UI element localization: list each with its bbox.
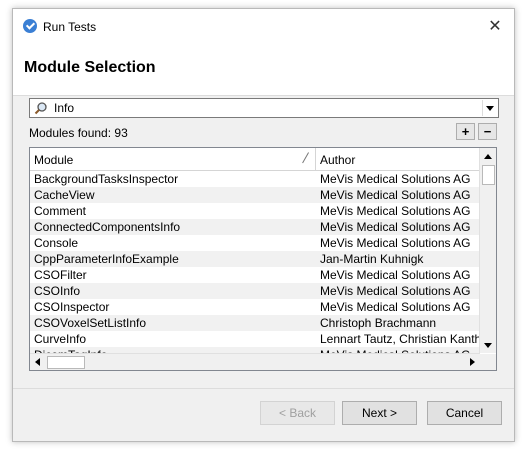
run-tests-dialog: Run Tests ✕ Module Selection Info Module… xyxy=(12,8,515,442)
modules-found-count: Modules found: 93 xyxy=(29,126,128,140)
scroll-left-icon[interactable] xyxy=(30,354,46,370)
table-row[interactable]: CSOFilter MeVis Medical Solutions AG xyxy=(30,267,480,283)
back-button[interactable]: < Back xyxy=(260,401,335,425)
cancel-button[interactable]: Cancel xyxy=(427,401,502,425)
table-row[interactable]: BackgroundTasksInspector MeVis Medical So… xyxy=(30,171,480,187)
table-row[interactable]: Console MeVis Medical Solutions AG xyxy=(30,235,480,251)
table-row[interactable]: CppParameterInfoExample Jan-Martin Kuhnig… xyxy=(30,251,480,267)
module-table: Module Author BackgroundTasksInspector Me… xyxy=(29,147,497,371)
magnifier-icon xyxy=(34,102,47,115)
table-row[interactable]: Comment MeVis Medical Solutions AG xyxy=(30,203,480,219)
window-title: Run Tests xyxy=(43,20,97,34)
remove-button[interactable]: − xyxy=(478,123,497,140)
table-body: BackgroundTasksInspector MeVis Medical So… xyxy=(30,171,480,363)
add-button[interactable]: + xyxy=(456,123,475,140)
scroll-down-icon[interactable] xyxy=(480,337,496,353)
filter-value: Info xyxy=(54,101,75,115)
scrollbar-corner xyxy=(480,354,496,370)
table-row[interactable]: CSOInfo MeVis Medical Solutions AG xyxy=(30,283,480,299)
close-icon[interactable]: ✕ xyxy=(482,15,508,39)
column-header-module[interactable]: Module xyxy=(30,148,316,170)
vertical-scroll-thumb[interactable] xyxy=(482,165,495,185)
run-tests-icon xyxy=(23,19,37,33)
title-bar: Run Tests ✕ xyxy=(13,9,514,45)
scroll-right-icon[interactable] xyxy=(464,354,480,370)
next-button[interactable]: Next > xyxy=(342,401,417,425)
table-row[interactable]: ConnectedComponentsInfo MeVis Medical Sol… xyxy=(30,219,480,235)
column-header-author[interactable]: Author xyxy=(316,148,480,170)
module-filter-combo[interactable]: Info xyxy=(29,98,499,118)
page-header: Module Selection xyxy=(13,45,514,96)
table-row[interactable]: CacheView MeVis Medical Solutions AG xyxy=(30,187,480,203)
sort-indicator-icon xyxy=(302,152,310,164)
table-row[interactable]: CSOInspector MeVis Medical Solutions AG xyxy=(30,299,480,315)
footer-divider xyxy=(13,388,514,389)
horizontal-scroll-thumb[interactable] xyxy=(47,356,85,369)
table-header: Module Author xyxy=(30,148,480,171)
chevron-down-icon[interactable] xyxy=(482,100,497,116)
table-row[interactable]: CSOVoxelSetListInfo Christoph Brachmann xyxy=(30,315,480,331)
table-row[interactable]: CurveInfo Lennart Tautz, Christian Kantha… xyxy=(30,331,480,347)
vertical-scrollbar[interactable] xyxy=(479,148,496,353)
scroll-up-icon[interactable] xyxy=(480,148,496,164)
horizontal-scrollbar[interactable] xyxy=(30,353,480,370)
page-title: Module Selection xyxy=(24,59,156,76)
